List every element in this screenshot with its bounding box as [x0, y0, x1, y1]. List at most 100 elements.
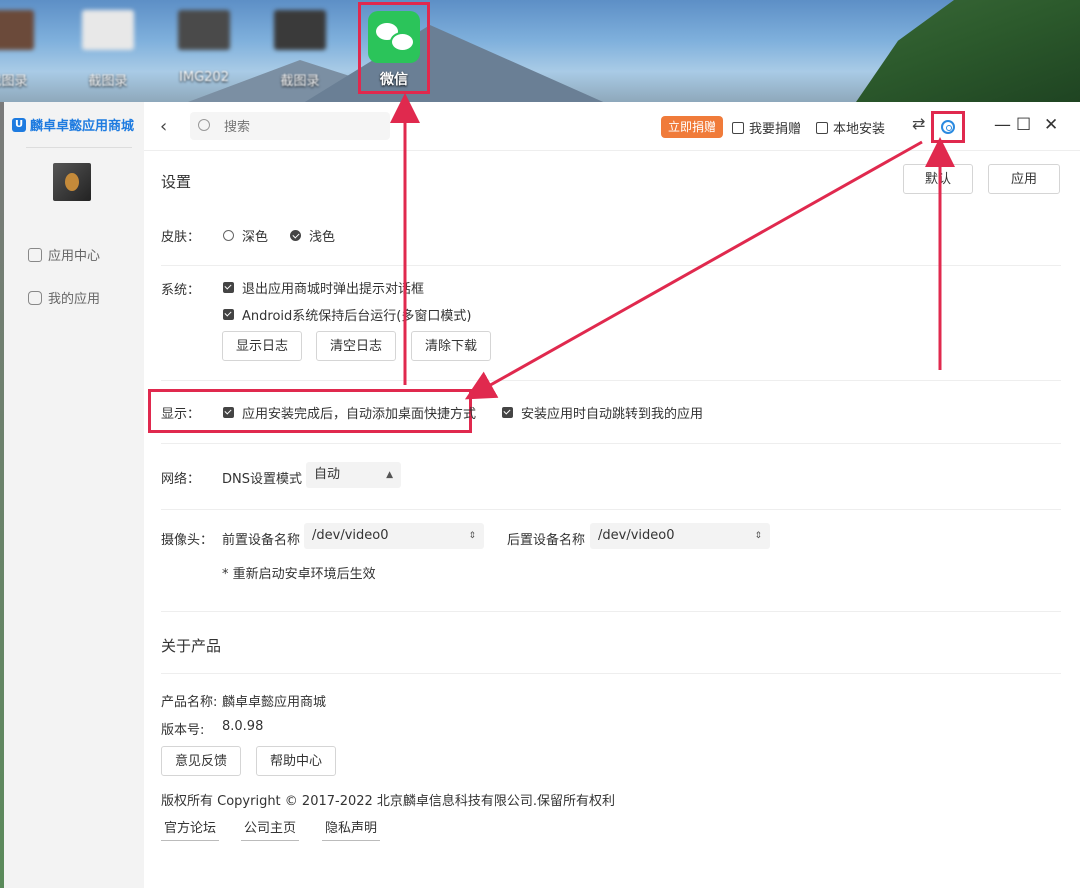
- checkbox-checked-icon: [502, 407, 513, 418]
- checkbox-label: 退出应用商城时弹出提示对话框: [242, 282, 425, 297]
- divider: [161, 380, 1061, 381]
- search-input[interactable]: [222, 117, 376, 137]
- apply-button[interactable]: 应用: [988, 164, 1060, 194]
- file-thumbnail: [178, 10, 230, 50]
- radio-checked-icon: [290, 230, 301, 241]
- main-panel: ‹ 立即捐赠 我要捐赠 本地安装 ⇄ — ☐ ✕ 设置 默认 应用 皮肤： 深色…: [144, 102, 1080, 888]
- sidebar-divider: [26, 147, 132, 148]
- maximize-button[interactable]: ☐: [1016, 115, 1031, 135]
- close-button[interactable]: ✕: [1044, 115, 1058, 135]
- front-camera-select[interactable]: /dev/video0 ⇕: [304, 523, 484, 549]
- settings-highlight[interactable]: [931, 111, 965, 143]
- local-install-label: 本地安装: [833, 122, 886, 137]
- wechat-icon: [368, 11, 420, 63]
- swap-icon[interactable]: ⇄: [912, 114, 925, 133]
- sidebar-item-my-apps[interactable]: 我的应用: [28, 288, 100, 307]
- rear-camera-select[interactable]: /dev/video0 ⇕: [590, 523, 770, 549]
- help-center-button[interactable]: 帮助中心: [256, 746, 336, 776]
- desktop-background: 截图录 截图录 IMG202 截图录 微信: [0, 0, 1080, 102]
- download-icon: [816, 121, 828, 134]
- camera-label: 摄像头：: [161, 533, 214, 548]
- skin-label: 皮肤：: [161, 230, 201, 245]
- camera-note: * 重新启动安卓环境后生效: [222, 567, 376, 582]
- divider: [161, 509, 1061, 510]
- dns-mode-label: DNS设置模式: [222, 472, 302, 487]
- clear-download-button[interactable]: 清除下载: [411, 331, 491, 361]
- donate-now-button[interactable]: 立即捐赠: [661, 116, 724, 138]
- app-logo-icon: U: [12, 117, 26, 132]
- rear-camera-label: 后置设备名称: [507, 533, 586, 548]
- settings-title: 设置: [161, 173, 192, 191]
- skin-light-radio[interactable]: 浅色: [290, 226, 335, 245]
- checkbox-checked-icon: [223, 309, 234, 320]
- radio-label: 深色: [242, 230, 269, 245]
- desktop-icon-label: 截图录: [88, 74, 128, 89]
- divider: [161, 673, 1061, 674]
- auto-jump-checkbox[interactable]: 安装应用时自动跳转到我的应用: [502, 403, 703, 422]
- sidebar-item-app-center[interactable]: 应用中心: [28, 245, 100, 264]
- radio-icon: [223, 230, 234, 241]
- network-label: 网络：: [161, 472, 201, 487]
- front-camera-value: /dev/video0: [312, 528, 389, 543]
- wechat-desktop-icon[interactable]: 微信: [358, 2, 430, 94]
- copyright-text: 版权所有 Copyright © 2017-2022 北京麟卓信息科技有限公司.…: [161, 794, 616, 809]
- donate-label: 我要捐赠: [749, 122, 802, 137]
- about-title: 关于产品: [161, 637, 222, 655]
- file-thumbnail: [274, 10, 326, 50]
- donate-button[interactable]: 我要捐赠: [732, 118, 801, 137]
- desktop-icon-label: 截图录: [280, 74, 320, 89]
- checkbox-checked-icon: [223, 282, 234, 293]
- product-name-label: 产品名称:: [161, 695, 218, 710]
- desktop-icon[interactable]: IMG202: [174, 10, 234, 100]
- back-arrow-icon[interactable]: ‹: [160, 116, 167, 137]
- exit-prompt-checkbox[interactable]: 退出应用商城时弹出提示对话框: [223, 278, 424, 297]
- auto-shortcut-checkbox[interactable]: 应用安装完成后，自动添加桌面快捷方式: [223, 403, 476, 422]
- mountain-shape: [300, 25, 610, 102]
- checkbox-label: 应用安装完成后，自动添加桌面快捷方式: [242, 407, 477, 422]
- product-name-value: 麟卓卓懿应用商城: [222, 695, 327, 710]
- radio-label: 浅色: [309, 230, 336, 245]
- clear-log-button[interactable]: 清空日志: [316, 331, 396, 361]
- select-arrow-icon: ⇕: [754, 531, 762, 541]
- divider: [161, 265, 1061, 266]
- system-label: 系统：: [161, 283, 201, 298]
- local-install-button[interactable]: 本地安装: [816, 118, 885, 137]
- bag-icon: [28, 290, 42, 305]
- forest-shape: [856, 0, 1080, 102]
- checkbox-label: 安装应用时自动跳转到我的应用: [521, 407, 704, 422]
- wechat-label: 微信: [380, 72, 408, 88]
- desktop-icon[interactable]: 截图录: [270, 10, 330, 100]
- avatar[interactable]: [53, 163, 91, 201]
- topbar: ‹ 立即捐赠 我要捐赠 本地安装 ⇄ — ☐ ✕: [144, 102, 1080, 151]
- file-thumbnail: [0, 10, 34, 50]
- official-forum-link[interactable]: 官方论坛: [161, 817, 220, 841]
- dns-mode-value: 自动: [314, 467, 341, 482]
- rear-camera-value: /dev/video0: [598, 528, 675, 543]
- front-camera-label: 前置设备名称: [222, 533, 301, 548]
- search-box[interactable]: [190, 112, 390, 140]
- version-value: 8.0.98: [222, 719, 264, 734]
- minimize-button[interactable]: —: [994, 115, 1011, 135]
- company-homepage-link[interactable]: 公司主页: [241, 817, 300, 841]
- skin-dark-radio[interactable]: 深色: [223, 226, 268, 245]
- sidebar-item-label: 应用中心: [48, 249, 101, 264]
- default-button[interactable]: 默认: [903, 164, 973, 194]
- sidebar-item-label: 我的应用: [48, 292, 101, 307]
- privacy-link[interactable]: 隐私声明: [322, 817, 381, 841]
- desktop-icon[interactable]: 截图录: [78, 10, 138, 100]
- checkbox-label: Android系统保持后台运行(多窗口模式): [242, 309, 472, 324]
- feedback-button[interactable]: 意见反馈: [161, 746, 241, 776]
- divider: [161, 443, 1061, 444]
- gear-icon: [941, 120, 955, 134]
- android-background-checkbox[interactable]: Android系统保持后台运行(多窗口模式): [223, 305, 471, 324]
- desktop-icon-label: 截图录: [0, 74, 28, 89]
- desktop-icon[interactable]: 截图录: [0, 10, 38, 100]
- dns-mode-select[interactable]: 自动 ▲: [306, 462, 401, 488]
- select-arrow-icon: ⇕: [468, 531, 476, 541]
- show-log-button[interactable]: 显示日志: [222, 331, 302, 361]
- gift-icon: [732, 121, 744, 134]
- grid-icon: [28, 247, 42, 262]
- select-arrow-icon: ▲: [386, 470, 393, 480]
- app-logo: U 麟卓卓懿应用商城: [12, 115, 134, 134]
- display-label: 显示：: [161, 407, 201, 422]
